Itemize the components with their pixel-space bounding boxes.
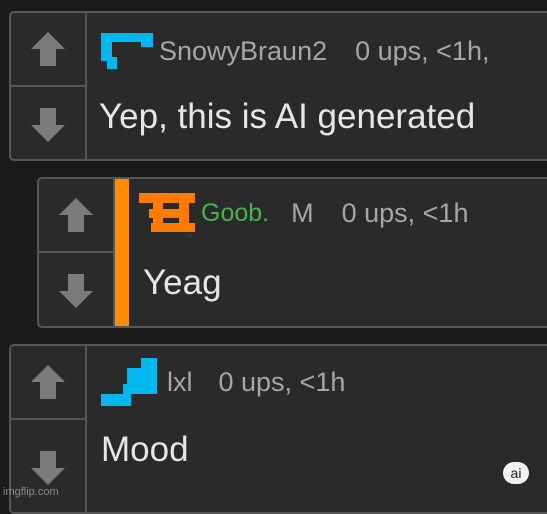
upvote-button[interactable] <box>39 179 113 251</box>
upvote-button[interactable] <box>11 13 85 85</box>
down-arrow-icon <box>59 274 93 308</box>
comment-2: Goob. M 0 ups, <1h Yeag <box>37 177 547 328</box>
up-arrow-icon <box>31 365 65 399</box>
vote-column <box>39 179 115 326</box>
downvote-button[interactable] <box>39 251 113 326</box>
comment-thread: { "colors": { "background": "#1a1a1b", "… <box>0 0 547 514</box>
username[interactable]: Goob. <box>201 199 269 228</box>
down-arrow-icon <box>31 451 65 485</box>
upvote-button[interactable] <box>11 346 85 418</box>
orange-pixel-avatar-icon[interactable] <box>135 189 195 237</box>
comment-body: Mood <box>101 430 189 469</box>
reply-indent-bar <box>115 179 129 326</box>
mod-badge: M <box>291 197 314 228</box>
up-arrow-icon <box>59 198 93 232</box>
downvote-button[interactable] <box>11 85 85 159</box>
comment-3: lxl 0 ups, <1h Mood <box>9 344 547 514</box>
username[interactable]: SnowyBraun2 <box>159 36 327 67</box>
comment-header: SnowyBraun2 0 ups, <1h, <box>95 27 489 75</box>
up-arrow-icon <box>31 32 65 66</box>
comment-1: SnowyBraun2 0 ups, <1h, Yep, this is AI … <box>9 11 547 161</box>
watermark: imgflip.com <box>3 486 59 498</box>
down-arrow-icon <box>31 108 65 142</box>
vote-column <box>11 13 87 159</box>
comment-header: Goob. M 0 ups, <1h <box>135 189 468 237</box>
comment-meta: 0 ups, <1h <box>341 197 469 228</box>
comment-meta: 0 ups, <1h <box>218 366 346 397</box>
ai-badge: ai <box>503 462 529 484</box>
blue-pixel-step-icon[interactable] <box>97 356 161 408</box>
comment-header: lxl 0 ups, <1h <box>97 356 345 408</box>
comment-body: Yep, this is AI generated <box>99 97 476 136</box>
blue-pixel-bracket-icon[interactable] <box>95 27 153 75</box>
username[interactable]: lxl <box>167 367 193 398</box>
comment-body: Yeag <box>143 263 222 302</box>
comment-meta: 0 ups, <1h, <box>355 35 490 66</box>
